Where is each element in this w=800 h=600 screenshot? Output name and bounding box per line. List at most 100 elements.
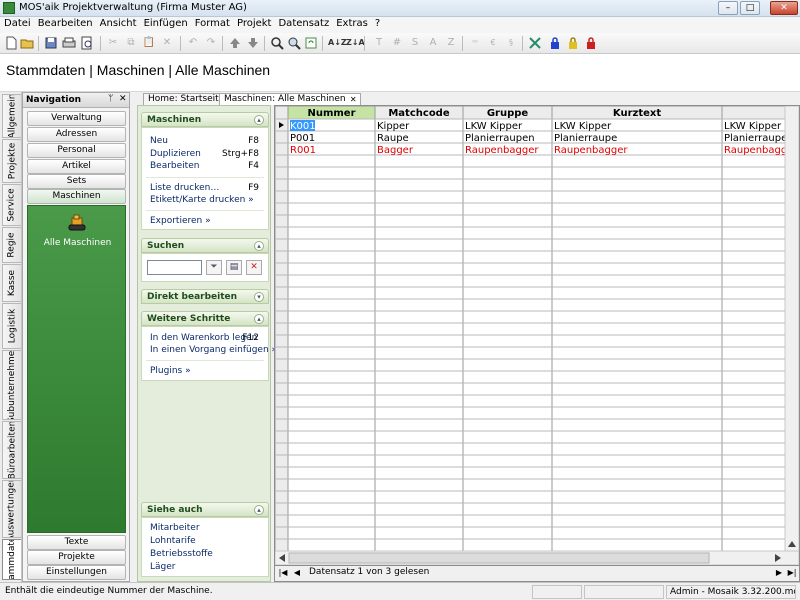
tab-maschinen-alle-maschinen[interactable]: Maschinen: Alle Maschinen ✕ [219,93,361,105]
task-plugins[interactable]: Plugins » [150,366,191,376]
delete-icon[interactable]: ✕ [160,36,174,50]
a-format-icon[interactable]: A [426,36,440,50]
nav-button-sets[interactable]: Sets [27,174,126,189]
menu-format[interactable]: Format [191,17,233,29]
save-icon[interactable] [44,36,58,50]
section-header-weitere-schritte[interactable]: Weitere Schritte ▴ [141,311,269,326]
grid-cell[interactable]: LKW Kipper [554,121,612,132]
link-lohntarife[interactable]: Lohntarife [150,536,196,546]
column-header[interactable]: Nummer [307,108,355,119]
tree-item-alle-maschinen[interactable]: Alle Maschinen [28,238,127,248]
first-record-button[interactable]: |◀ [277,567,289,579]
menu-einfuegen[interactable]: Einfügen [140,17,191,29]
tab-bueroarbeiten[interactable]: Büroarbeiten [2,421,21,479]
hash-format-icon[interactable]: # [390,36,404,50]
nav-button-projekte[interactable]: Projekte [27,550,126,565]
collapse-icon[interactable]: ▴ [254,241,264,251]
menu-ansicht[interactable]: Ansicht [96,17,140,29]
nav-button-artikel[interactable]: Artikel [27,159,126,174]
section-header-direkt-bearbeiten[interactable]: Direkt bearbeiten ▾ [141,289,269,304]
task-bearbeiten[interactable]: Bearbeiten [150,161,199,171]
grid-cell[interactable]: Bagger [377,145,414,156]
grid-cell[interactable]: K001 [290,121,316,132]
print-preview-icon[interactable] [80,36,94,50]
z-format-icon[interactable]: Z [444,36,458,50]
section-header-suchen[interactable]: Suchen ▴ [141,238,269,253]
search-input[interactable] [147,260,202,275]
tab-service[interactable]: Service [2,184,21,226]
tab-auswertungen[interactable]: Auswertungen [2,480,21,538]
lock-blue-icon[interactable] [548,36,562,50]
copy-icon[interactable]: ⧉ [124,36,138,50]
close-icon[interactable]: ✕ [119,94,127,104]
task-liste-drucken[interactable]: Liste drucken… [150,183,219,193]
expand-icon[interactable]: ▾ [254,292,264,302]
column-header[interactable]: Matchcode [388,108,449,119]
grid-cell[interactable]: Planierraupe [554,133,617,144]
menu-datei[interactable]: Datei [0,17,34,29]
tab-home-startseite[interactable]: Home: Startseite [143,93,230,105]
nav-button-maschinen[interactable]: Maschinen [27,189,126,204]
text-format-icon[interactable]: T [372,36,386,50]
lock-red-icon[interactable] [584,36,598,50]
task-warenkorb[interactable]: In den Warenkorb legen [150,333,257,343]
new-document-icon[interactable] [4,36,18,50]
task-vorgang-einfuegen[interactable]: In einen Vorgang einfügen » [150,345,277,355]
print-icon[interactable] [62,36,76,50]
nav-button-personal[interactable]: Personal [27,143,126,158]
last-record-button[interactable]: ▶| [786,567,798,579]
tab-regie[interactable]: Regie [2,227,21,263]
search-options-icon[interactable]: ▤ [226,260,242,275]
prev-record-button[interactable]: ◀ [291,567,303,579]
tab-logistik[interactable]: Logistik [2,303,21,349]
task-duplizieren[interactable]: Duplizieren [150,149,201,159]
task-exportieren[interactable]: Exportieren » [150,216,211,226]
connect-icon[interactable] [528,36,542,50]
tab-projekte[interactable]: Projekte [2,139,21,183]
data-grid[interactable]: Nummer Matchcode Gruppe Kurztext K001 Kipper L… [274,105,800,566]
next-record-button[interactable]: ▶ [773,567,785,579]
menu-help[interactable]: ? [371,17,383,29]
move-up-icon[interactable] [228,36,242,50]
date-format-icon[interactable]: § [504,36,518,50]
search-filter-icon[interactable]: ⏷ [206,260,222,275]
sort-descending-icon[interactable]: Z↓A [346,36,365,50]
minimize-button[interactable]: – [718,1,738,15]
nav-button-einstellungen[interactable]: Einstellungen [27,565,126,580]
section-header-siehe-auch[interactable]: Siehe auch ▴ [141,502,269,517]
column-header[interactable]: Gruppe [487,108,529,119]
undo-icon[interactable]: ↶ [186,36,200,50]
grid-cell[interactable]: Kipper [377,121,410,132]
collapse-icon[interactable]: ▴ [254,115,264,125]
grid-cell[interactable]: Planierraupen [465,133,535,144]
grid-cell[interactable]: P001 [290,133,315,144]
currency-format-icon[interactable]: € [486,36,500,50]
grid-cell[interactable]: Raupenbagger [554,145,628,156]
tab-stammdaten[interactable]: Stammdaten [2,539,21,580]
lock-yellow-icon[interactable] [566,36,580,50]
cut-icon[interactable]: ✂ [106,36,120,50]
nav-button-texte[interactable]: Texte [27,535,126,550]
number-format-icon[interactable]: ⁰⁰ [468,36,482,50]
menu-projekt[interactable]: Projekt [233,17,275,29]
grid-cell[interactable]: R001 [290,145,316,156]
refresh-icon[interactable] [304,36,318,50]
open-folder-icon[interactable] [20,36,34,50]
task-neu[interactable]: Neu [150,136,168,146]
clear-filter-icon[interactable]: ✕ [246,260,262,275]
close-tab-icon[interactable]: ✕ [350,94,357,105]
find-replace-icon[interactable] [287,36,301,50]
collapse-icon[interactable]: ▴ [254,314,264,324]
collapse-icon[interactable]: ▴ [254,505,264,515]
grid-cell[interactable]: Raupe [377,133,409,144]
menu-datensatz[interactable]: Datensatz [274,17,332,29]
link-laeger[interactable]: Läger [150,562,175,572]
horizontal-scroll-thumb[interactable] [288,552,710,564]
nav-button-verwaltung[interactable]: Verwaltung [27,111,126,126]
link-mitarbeiter[interactable]: Mitarbeiter [150,523,200,533]
section-header-maschinen[interactable]: Maschinen ▴ [141,112,269,127]
maximize-button[interactable]: □ [740,1,760,15]
find-icon[interactable] [270,36,284,50]
tab-kasse[interactable]: Kasse [2,264,21,302]
link-betriebsstoffe[interactable]: Betriebsstoffe [150,549,213,559]
